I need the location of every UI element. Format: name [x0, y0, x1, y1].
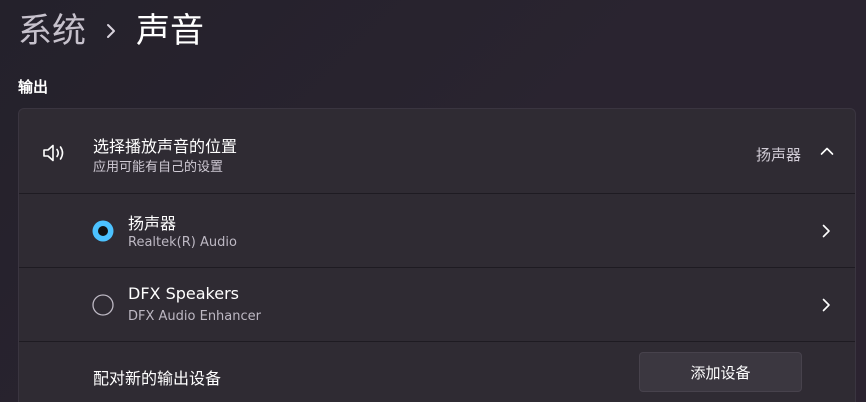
output-selector-header[interactable]: 选择播放声音的位置 应用可能有自己的设置 扬声器 — [19, 109, 855, 193]
speaker-icon — [41, 141, 69, 165]
output-selector-title: 选择播放声音的位置 — [93, 137, 238, 156]
device-description: DFX Audio Enhancer — [128, 309, 261, 324]
add-device-button[interactable]: 添加设备 — [639, 352, 802, 392]
output-selector-subtitle: 应用可能有自己的设置 — [93, 160, 224, 175]
chevron-up-icon[interactable] — [819, 143, 835, 159]
radio-selected-icon[interactable] — [92, 220, 114, 242]
page-title: 声音 — [136, 11, 204, 51]
device-row-dfx[interactable]: DFX Speakers DFX Audio Enhancer — [19, 268, 855, 342]
section-title: 输出 — [18, 78, 49, 96]
chevron-right-icon — [86, 6, 136, 56]
device-name: DFX Speakers — [128, 284, 239, 303]
breadcrumb-parent-link[interactable]: 系统 — [18, 6, 86, 56]
radio-unselected-icon[interactable] — [92, 294, 114, 316]
chevron-right-icon[interactable] — [819, 223, 833, 239]
output-selector-value: 扬声器 — [755, 146, 801, 164]
device-description: Realtek(R) Audio — [128, 235, 237, 250]
pair-new-device-row: 配对新的输出设备 添加设备 — [19, 341, 855, 402]
device-row-speakers[interactable]: 扬声器 Realtek(R) Audio — [19, 194, 855, 268]
output-card: 选择播放声音的位置 应用可能有自己的设置 扬声器 扬声器 Realtek(R) … — [18, 108, 856, 402]
chevron-right-icon[interactable] — [819, 297, 833, 313]
pair-new-device-label: 配对新的输出设备 — [93, 369, 222, 388]
device-name: 扬声器 — [128, 214, 177, 233]
breadcrumb: 系统 声音 — [18, 6, 204, 56]
